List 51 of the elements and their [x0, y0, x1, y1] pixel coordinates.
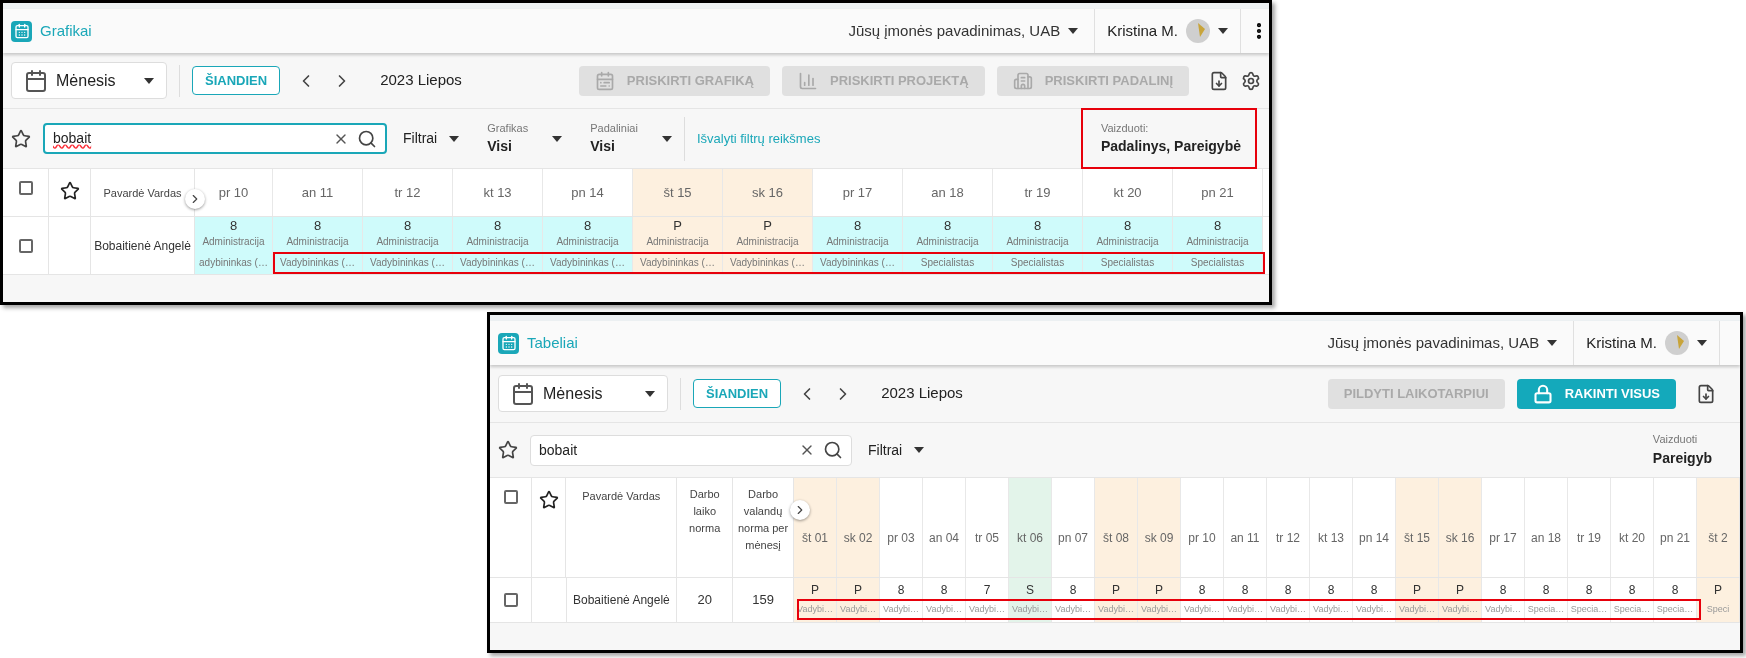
view-select[interactable]: Mėnesis	[11, 62, 167, 99]
period-label: 2023 Liepos	[380, 70, 462, 91]
day-header: št 08	[1095, 478, 1138, 577]
shift-cell[interactable]: 8 Administracija Vadybininkas (…	[273, 217, 363, 274]
day-header: št 15	[1396, 478, 1439, 577]
shift-cell[interactable]: 8 Administracija Specialistas	[903, 217, 993, 274]
search-field[interactable]: bobait	[43, 123, 387, 154]
shift-cell[interactable]: P Administracija Vadybininkas (…	[633, 217, 723, 274]
column-header: Pavardė Vardas	[582, 489, 661, 504]
shift-cell[interactable]: 8 Administracija Specialistas	[1083, 217, 1173, 274]
view-select[interactable]: Mėnesis	[498, 375, 668, 412]
filter-dropdown[interactable]: Grafikas Visi	[487, 119, 563, 158]
day-header: št 15	[633, 169, 723, 216]
shift-cell[interactable]: 8 Administracija Vadybininkas (…	[453, 217, 543, 274]
shift-cell[interactable]: 8 Administracija Vadybininkas (…	[813, 217, 903, 274]
day-header: sk 09	[1138, 478, 1181, 577]
table-cell-text: 159	[752, 591, 774, 610]
filter-dropdown[interactable]: Padaliniai Visi	[590, 119, 672, 158]
user-menu[interactable]: Kristina M.	[1095, 19, 1240, 43]
display-dropdown[interactable]: Vaizduoti Pareigyb	[1640, 427, 1724, 473]
search-field[interactable]: bobait	[530, 434, 852, 466]
employee-name: Bobaitienė Angelė	[94, 237, 191, 255]
day-header: sk 16	[1439, 478, 1482, 577]
shift-cell[interactable]: P Speci	[1697, 578, 1740, 622]
search-value: bobait	[53, 129, 92, 148]
page-title: Grafikai	[40, 20, 92, 41]
day-header: št 2	[1697, 478, 1740, 577]
shift-cell[interactable]: 8 Administracija Specialistas	[1173, 217, 1263, 274]
column-header: Darbo valandų norma per mėnesį	[737, 487, 789, 553]
shift-cell[interactable]: 8 Administracija Specialistas	[993, 217, 1083, 274]
page-title: Tabeliai	[527, 332, 578, 353]
shift-cell[interactable]: 8 Administracija adybininkas (…	[195, 217, 273, 274]
column-header: Darbo laiko norma	[688, 487, 722, 536]
day-header: kt 06	[1009, 478, 1052, 577]
day-header: sk 16	[723, 169, 813, 216]
shift-cell[interactable]: 8 Administracija Vadybininkas (…	[543, 217, 633, 274]
period-label: 2023 Liepos	[881, 383, 963, 404]
display-dropdown[interactable]: Vaizduoti: Padalinys, Pareigybė	[1088, 115, 1253, 162]
company-dropdown[interactable]: Jūsų įmonės pavadinimas, UAB	[848, 19, 1095, 43]
employee-name: Bobaitienė Angelė	[573, 592, 670, 609]
shift-cell[interactable]: 8 Administracija Vadybininkas (…	[363, 217, 453, 274]
company-dropdown[interactable]: Jūsų įmonės pavadinimas, UAB	[1327, 331, 1574, 355]
search-value: bobait	[539, 440, 578, 460]
table-cell-text: 20	[697, 591, 712, 610]
filters-dropdown[interactable]: Filtrai	[868, 439, 925, 461]
day-header: sk 02	[837, 478, 880, 577]
day-header: št 01	[794, 478, 837, 577]
shift-cell[interactable]: P Administracija Vadybininkas (…	[723, 217, 813, 274]
filters-dropdown[interactable]: Filtrai	[403, 128, 460, 149]
user-menu[interactable]: Kristina M.	[1574, 331, 1719, 355]
column-header: Pavardė Vardas	[103, 185, 182, 201]
